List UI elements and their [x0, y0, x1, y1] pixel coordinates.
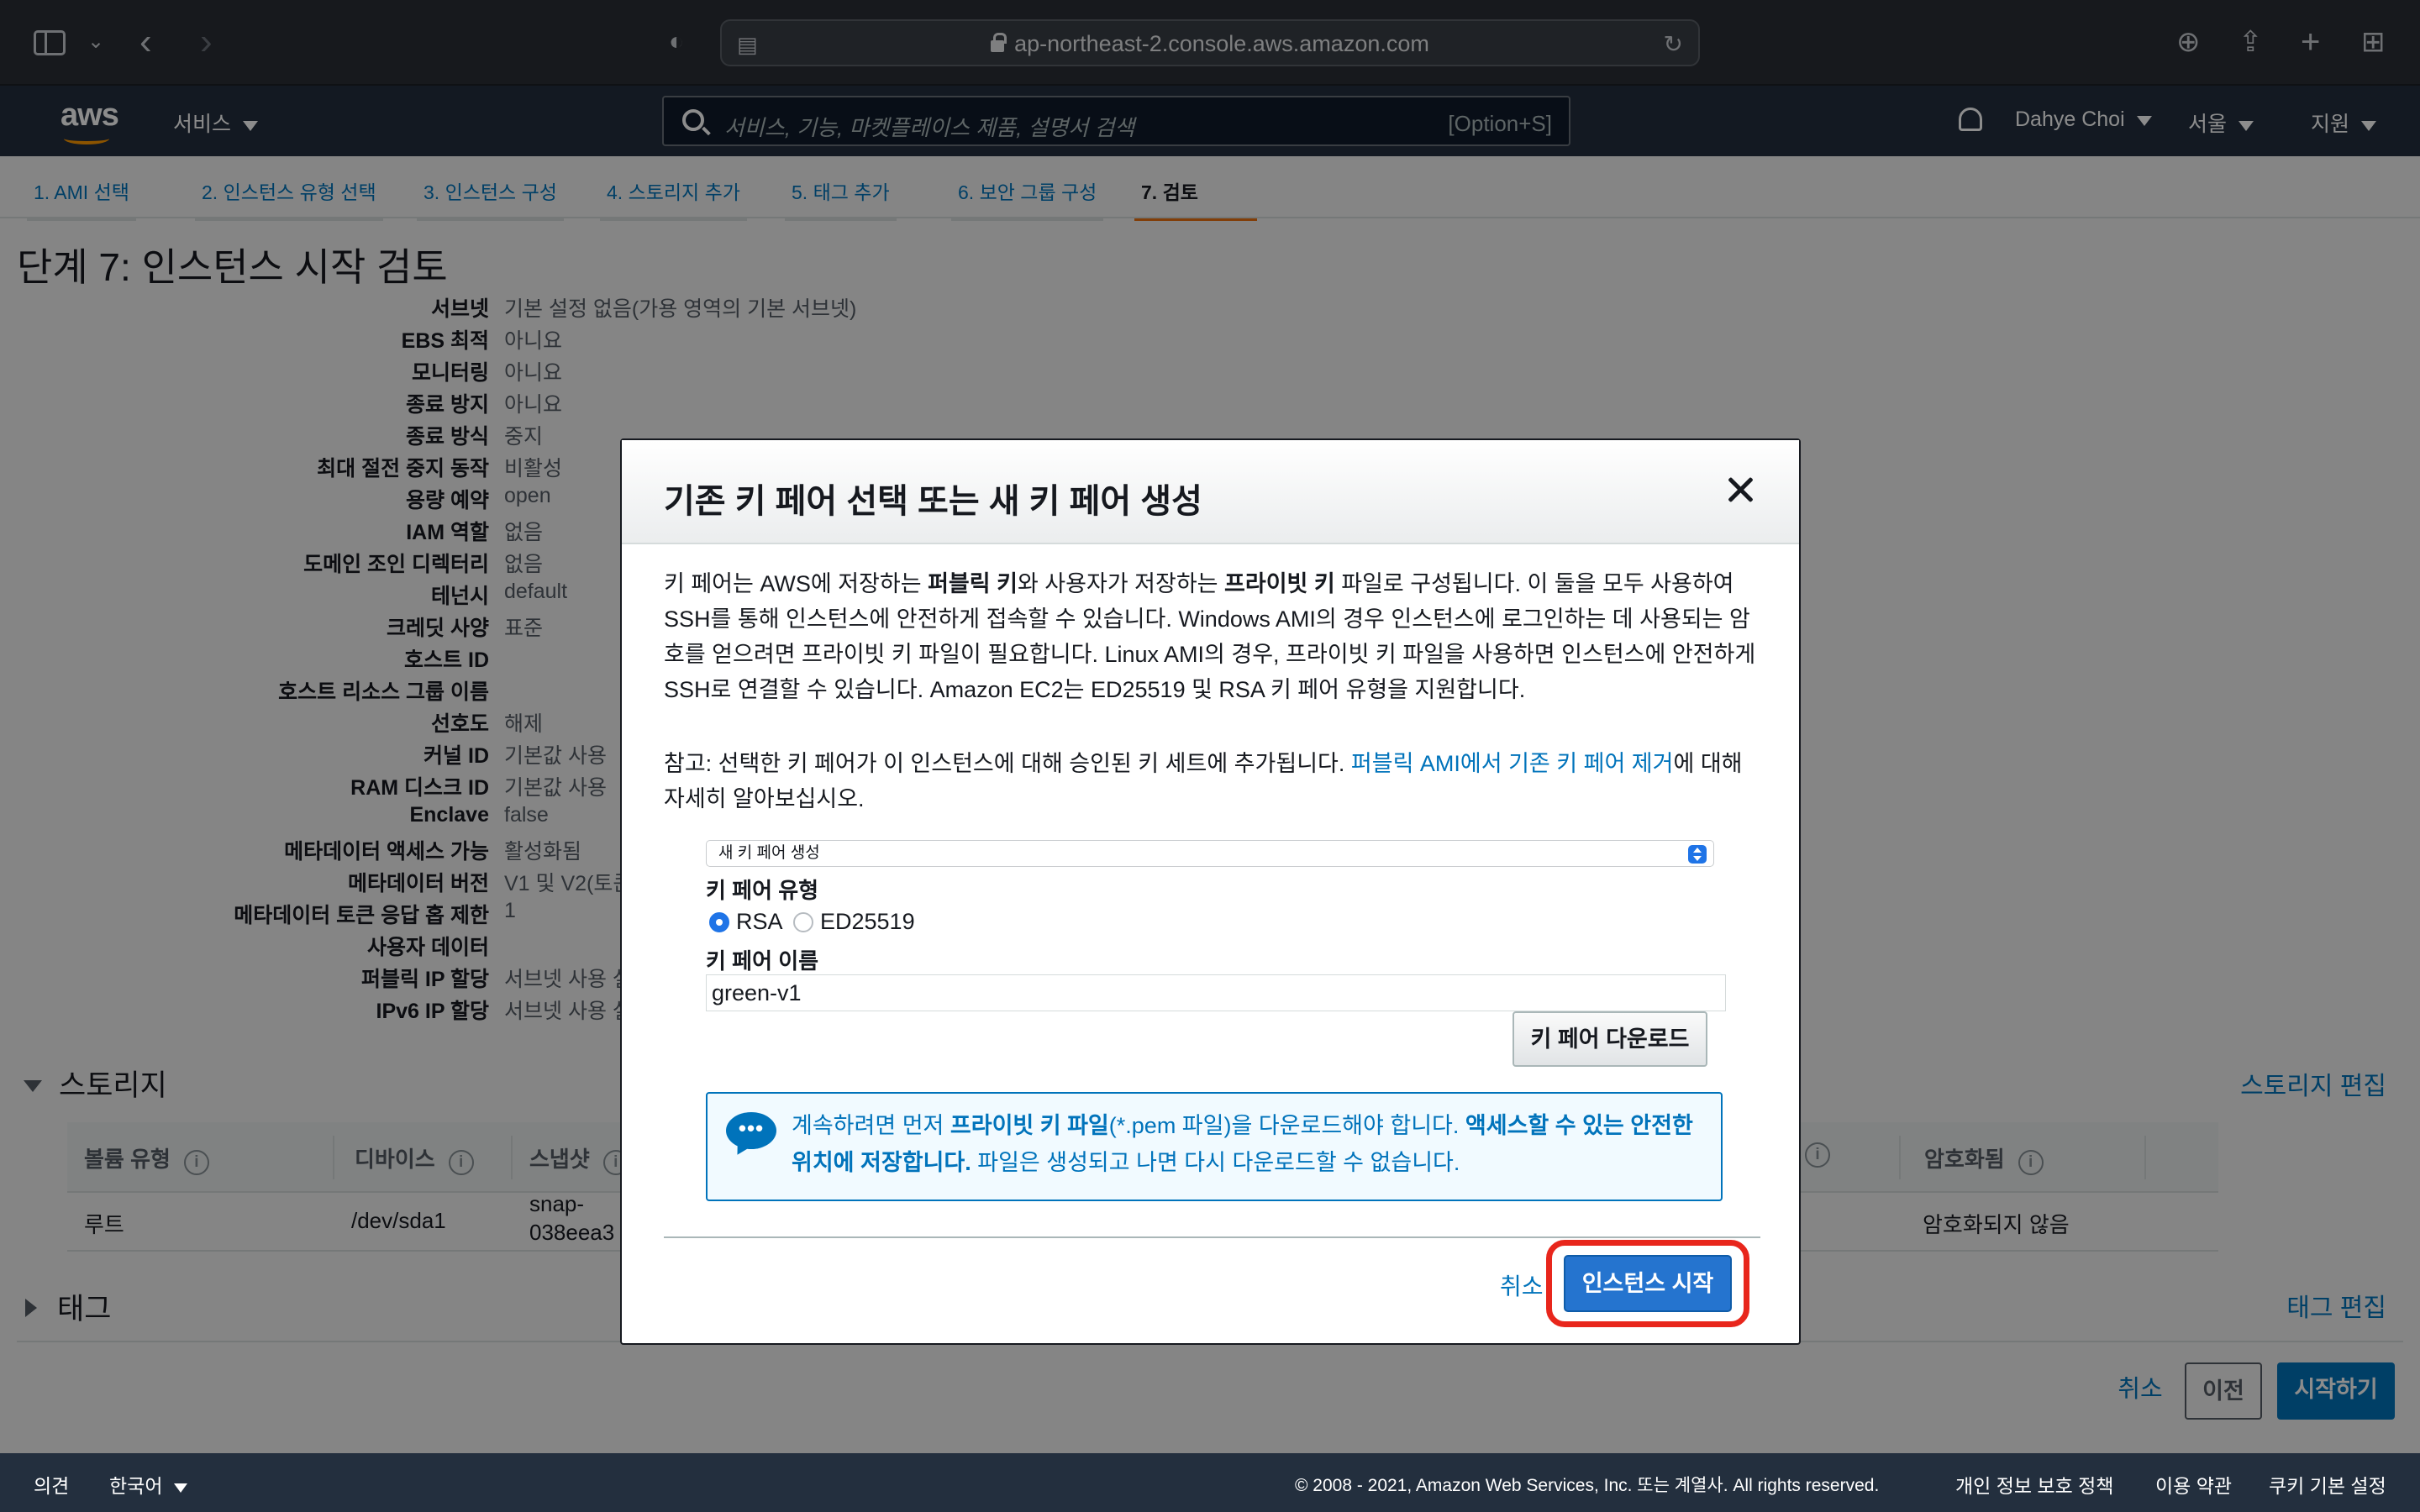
cookie-preferences-link[interactable]: 쿠키 기본 설정 — [2269, 1470, 2386, 1499]
description-text: 와 사용자가 저장하는 — [1017, 571, 1225, 596]
key-pair-dialog: 기존 키 페어 선택 또는 새 키 페어 생성 키 페어는 AWS에 저장하는 … — [620, 438, 1801, 1345]
description-bold: 퍼블릭 키 — [928, 571, 1018, 596]
privacy-link[interactable]: 개인 정보 보호 정책 — [1955, 1470, 2113, 1499]
console-footer: 의견 한국어 © 2008 - 2021, Amazon Web Service… — [0, 1453, 2420, 1512]
description-bold: 프라이빗 키 — [1224, 571, 1335, 596]
caret-down-icon — [174, 1483, 188, 1493]
info-bold: 프라이빗 키 파일 — [950, 1113, 1109, 1138]
info-text: 파일은 생성되고 나면 다시 다운로드할 수 없습니다. — [971, 1150, 1460, 1175]
radio-ed25519-label[interactable]: ED25519 — [820, 909, 915, 935]
terms-link[interactable]: 이용 약관 — [2155, 1470, 2232, 1499]
chat-bubble-icon: ••• — [726, 1112, 776, 1149]
close-icon[interactable] — [1725, 474, 1757, 506]
radio-rsa[interactable] — [709, 912, 729, 932]
info-text: 계속하려면 먼저 — [792, 1113, 950, 1138]
radio-rsa-label[interactable]: RSA — [736, 909, 783, 935]
key-pair-note: 참고: 선택한 키 페어가 이 인스턴스에 대해 승인된 키 세트에 추가됩니다… — [664, 746, 1765, 816]
dialog-footer-divider — [664, 1236, 1760, 1238]
dialog-cancel-button[interactable]: 취소 — [1500, 1268, 1544, 1302]
key-type-label: 키 페어 유형 — [706, 878, 819, 903]
download-info-alert: ••• 계속하려면 먼저 프라이빗 키 파일(*.pem 파일)을 다운로드해야… — [706, 1092, 1723, 1201]
key-name-input[interactable]: green-v1 — [706, 974, 1726, 1011]
select-arrows-icon — [1688, 845, 1707, 864]
select-value: 새 키 페어 생성 — [718, 844, 820, 862]
key-pair-action-select[interactable]: 새 키 페어 생성 — [706, 840, 1714, 867]
download-key-pair-button[interactable]: 키 페어 다운로드 — [1512, 1011, 1707, 1067]
language-label: 한국어 — [109, 1475, 163, 1497]
download-info-text: 계속하려면 먼저 프라이빗 키 파일(*.pem 파일)을 다운로드해야 합니다… — [792, 1107, 1707, 1181]
info-text: (*.pem 파일)을 다운로드해야 합니다. — [1108, 1113, 1465, 1138]
highlight-annotation — [1546, 1240, 1749, 1327]
note-text: 참고: 선택한 키 페어가 이 인스턴스에 대해 승인된 키 세트에 추가됩니다… — [664, 751, 1351, 776]
dialog-header: 기존 키 페어 선택 또는 새 키 페어 생성 — [622, 440, 1799, 544]
description-text: 키 페어는 AWS에 저장하는 — [664, 571, 929, 596]
key-name-label: 키 페어 이름 — [706, 948, 819, 974]
dialog-title: 기존 키 페어 선택 또는 새 키 페어 생성 — [664, 483, 1202, 520]
remove-key-pair-link[interactable]: 퍼블릭 AMI에서 기존 키 페어 제거 — [1351, 751, 1674, 776]
radio-ed25519[interactable] — [793, 912, 813, 932]
language-selector[interactable]: 한국어 — [109, 1470, 188, 1499]
feedback-link[interactable]: 의견 — [34, 1470, 69, 1499]
key-pair-description: 키 페어는 AWS에 저장하는 퍼블릭 키와 사용자가 저장하는 프라이빗 키 … — [664, 566, 1765, 707]
copyright-text: © 2008 - 2021, Amazon Web Services, Inc.… — [1295, 1476, 1880, 1495]
